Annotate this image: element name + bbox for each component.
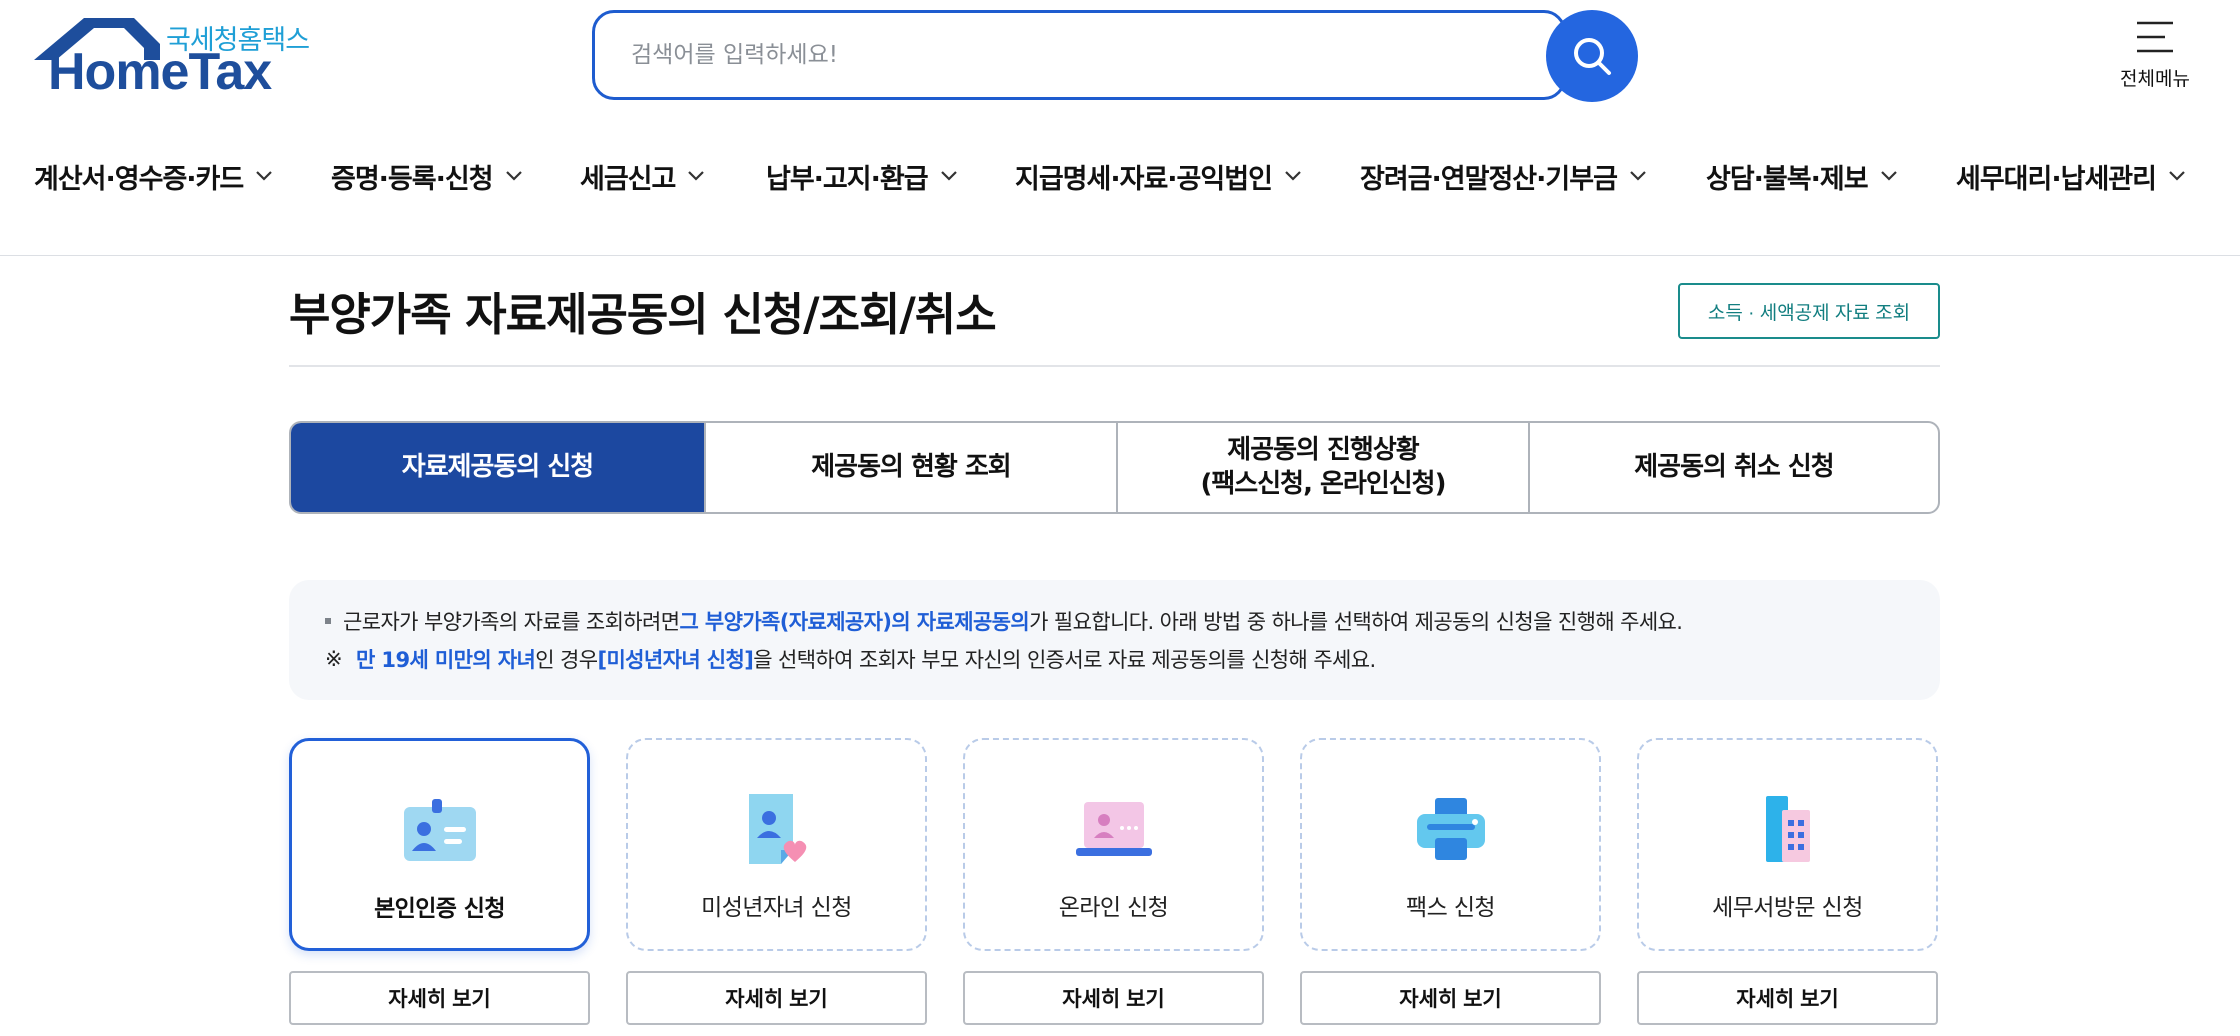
nav-item-label: 장려금·연말정산·기부금	[1360, 163, 1618, 195]
notice-text: 가 필요합니다. 아래 방법 중 하나를 선택하여 제공동의 신청을 진행해 주…	[1029, 610, 1683, 634]
hamburger-menu-icon	[2137, 21, 2173, 53]
chevron-down-icon	[1630, 171, 1646, 181]
tab-sublabel: (팩스신청, 온라인신청)	[1200, 468, 1447, 499]
tab-label: 제공동의 취소 신청	[1634, 451, 1834, 482]
online-detail-button[interactable]: 자세히 보기	[963, 971, 1264, 1025]
notice-line-1: 근로자가 부양가족의 자료를 조회하려면 그 부양가족(자료제공자)의 자료제공…	[325, 602, 1900, 640]
tab-consent-progress[interactable]: 제공동의 진행상황 (팩스신청, 온라인신청)	[1116, 423, 1528, 512]
chevron-down-icon	[1285, 171, 1301, 181]
method-card-tax-office-visit[interactable]: 세무서방문 신청	[1637, 738, 1938, 951]
chevron-down-icon	[940, 171, 957, 181]
chevron-down-icon	[505, 171, 522, 181]
notice-text: 인 경우	[535, 648, 598, 672]
tab-consent-status[interactable]: 제공동의 현황 조회	[704, 423, 1116, 512]
nav-item-label: 상담·불복·제보	[1706, 163, 1869, 195]
page-title: 부양가족 자료제공동의 신청/조회/취소	[289, 288, 997, 341]
bullet-icon	[325, 618, 331, 624]
search-button[interactable]	[1546, 10, 1638, 102]
nav-item-tax-return[interactable]: 세금신고	[580, 152, 705, 200]
nav-item-incentive-year-end[interactable]: 장려금·연말정산·기부금	[1360, 152, 1647, 200]
method-card-fax[interactable]: 팩스 신청	[1300, 738, 1601, 951]
laptop-icon	[1075, 802, 1152, 856]
nav-item-payment-statement[interactable]: 지급명세·자료·공익법인	[1015, 152, 1302, 200]
method-card-label: 본인인증 신청	[374, 896, 505, 922]
nav-item-label: 계산서·영수증·카드	[34, 163, 244, 195]
deduction-data-lookup-button[interactable]: 소득 · 세액공제 자료 조회	[1678, 283, 1940, 339]
chevron-down-icon	[2169, 171, 2185, 181]
notice-text: 을 선택하여 조회자 부모 자신의 인증서로 자료 제공동의를 신청해 주세요.	[753, 648, 1376, 672]
nav-item-payment-refund[interactable]: 납부·고지·환급	[766, 152, 958, 200]
nav-item-label: 증명·등록·신청	[331, 163, 494, 195]
method-card-label: 미성년자녀 신청	[701, 895, 852, 921]
search-bar	[592, 10, 1638, 102]
self-cert-detail-button[interactable]: 자세히 보기	[289, 971, 590, 1025]
method-card-label: 세무서방문 신청	[1712, 895, 1863, 921]
nav-item-label: 납부·고지·환급	[766, 163, 929, 195]
nav-item-consult-appeal[interactable]: 상담·불복·제보	[1706, 152, 1898, 200]
notice-box: 근로자가 부양가족의 자료를 조회하려면 그 부양가족(자료제공자)의 자료제공…	[289, 580, 1940, 700]
nav-item-label: 세금신고	[580, 163, 676, 195]
chevron-down-icon	[688, 171, 705, 181]
notice-highlight: [미성년자녀 신청]	[597, 648, 754, 672]
main-navigation: 계산서·영수증·카드 증명·등록·신청 세금신고 납부·고지·환급 지급명세·자…	[0, 152, 2240, 200]
consent-tabs: 자료제공동의 신청 제공동의 현황 조회 제공동의 진행상황 (팩스신청, 온라…	[289, 421, 1940, 514]
chevron-down-icon	[1880, 171, 1897, 181]
method-card-label: 온라인 신청	[1058, 895, 1169, 921]
id-card-icon	[403, 799, 476, 861]
nav-item-tax-agent[interactable]: 세무대리·납세관리	[1956, 152, 2186, 200]
method-card-minor-child[interactable]: 미성년자녀 신청	[626, 738, 927, 951]
tab-label: 자료제공동의 신청	[401, 451, 594, 482]
nav-item-certificate-registration[interactable]: 증명·등록·신청	[331, 152, 523, 200]
notice-highlight: 그 부양가족(자료제공자)의 자료제공동의	[679, 610, 1030, 634]
logo-wordmark: HomeTax	[48, 43, 272, 101]
child-document-heart-icon	[748, 794, 806, 864]
method-card-label: 팩스 신청	[1406, 895, 1496, 921]
method-card-online[interactable]: 온라인 신청	[963, 738, 1264, 951]
nav-item-label: 지급명세·자료·공익법인	[1015, 163, 1273, 195]
nav-item-invoice-receipt-card[interactable]: 계산서·영수증·카드	[34, 152, 273, 200]
tab-consent-request[interactable]: 자료제공동의 신청	[291, 423, 704, 512]
tab-label: 제공동의 현황 조회	[811, 451, 1011, 482]
search-icon	[1574, 38, 1611, 75]
hometax-logo[interactable]: 국세청홈택스 HomeTax	[32, 14, 312, 100]
all-menu-button[interactable]: 전체메뉴	[2110, 16, 2200, 96]
tab-label: 제공동의 진행상황	[1227, 434, 1419, 465]
reference-mark-icon: ※	[325, 647, 343, 671]
minor-child-detail-button[interactable]: 자세히 보기	[626, 971, 927, 1025]
search-input[interactable]	[592, 10, 1566, 100]
fax-detail-button[interactable]: 자세히 보기	[1300, 971, 1601, 1025]
tab-consent-cancel[interactable]: 제공동의 취소 신청	[1528, 423, 1938, 512]
tax-office-visit-detail-button[interactable]: 자세히 보기	[1637, 971, 1938, 1025]
fax-printer-icon	[1416, 798, 1485, 860]
tax-office-building-icon	[1765, 796, 1810, 862]
chevron-down-icon	[256, 171, 273, 181]
all-menu-label: 전체메뉴	[2120, 68, 2190, 90]
notice-line-2: ※ 만 19세 미만의 자녀 인 경우 [미성년자녀 신청] 을 선택하여 조회…	[325, 640, 1900, 678]
site-header: 국세청홈택스 HomeTax 전체메뉴 계산서·영수증·카드 증명·등록·신청	[0, 0, 2240, 256]
method-card-self-cert[interactable]: 본인인증 신청	[289, 738, 590, 951]
notice-text: 근로자가 부양가족의 자료를 조회하려면	[343, 610, 680, 634]
notice-highlight: 만 19세 미만의 자녀	[356, 648, 536, 672]
nav-item-label: 세무대리·납세관리	[1956, 163, 2157, 195]
title-divider	[289, 365, 1940, 367]
